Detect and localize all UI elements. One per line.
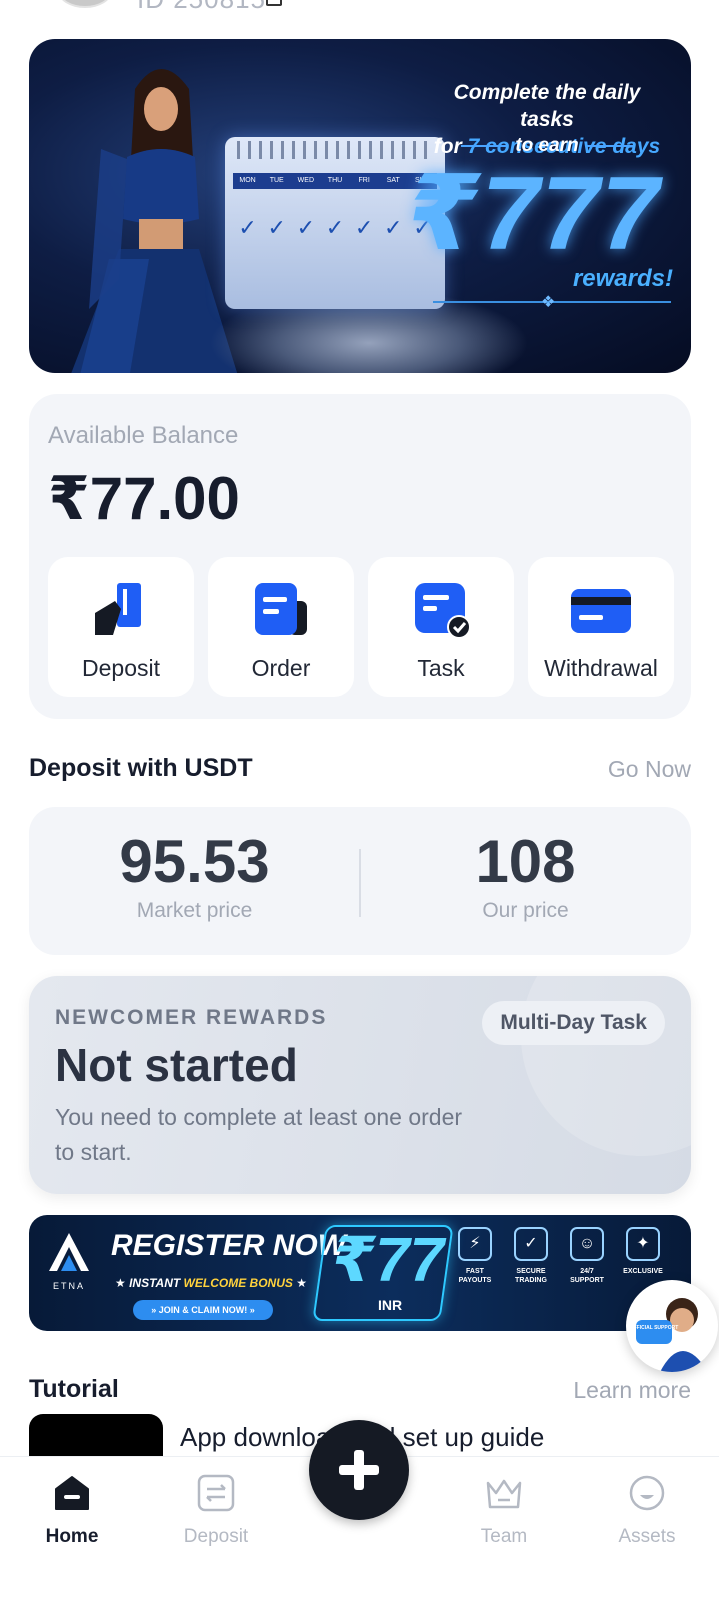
- feature-support: ☺ 24/7 SUPPORT: [567, 1227, 607, 1285]
- withdrawal-button[interactable]: Withdrawal: [528, 557, 674, 697]
- avatar[interactable]: [58, 0, 112, 8]
- market-price-value: 95.53: [119, 828, 270, 895]
- etna-logo: [49, 1233, 89, 1271]
- order-button[interactable]: Order: [208, 557, 354, 697]
- promo-headline: REGISTER NOW: [111, 1229, 347, 1262]
- usdt-price-card: 95.53 Market price 108 Our price: [29, 807, 691, 955]
- usdt-section-title: Deposit with USDT: [29, 754, 253, 782]
- promo-subline: ★ INSTANT WELCOME BONUS ★: [115, 1276, 307, 1290]
- promo-amount: ₹77: [331, 1226, 445, 1295]
- newcomer-kicker: NEWCOMER REWARDS: [55, 1006, 328, 1029]
- nav-assets[interactable]: Assets: [577, 1457, 717, 1548]
- register-promo-banner[interactable]: ETNA REGISTER NOW ★ INSTANT WELCOME BONU…: [29, 1215, 691, 1331]
- shield-icon: ✓: [514, 1227, 548, 1261]
- copy-icon[interactable]: [266, 0, 282, 6]
- feature-fast-payouts: ⚡ FAST PAYOUTS: [455, 1227, 495, 1285]
- promo-features: ⚡ FAST PAYOUTS ✓ SECURE TRADING ☺ 24/7 S…: [455, 1227, 663, 1285]
- tutorial-section-title: Tutorial: [29, 1375, 119, 1403]
- assets-icon: [629, 1475, 665, 1511]
- learn-more-link[interactable]: Learn more: [573, 1377, 691, 1404]
- gift-icon: ✦: [626, 1227, 660, 1261]
- people-icon: ☺: [570, 1227, 604, 1261]
- ornament-divider: [433, 292, 671, 312]
- our-price-value: 108: [475, 828, 576, 895]
- deposit-button[interactable]: Deposit: [48, 557, 194, 697]
- etna-logo-text: ETNA: [52, 1281, 85, 1291]
- user-id: ID 250815: [137, 0, 266, 15]
- feature-exclusive: ✦ EXCLUSIVE: [623, 1227, 663, 1285]
- withdrawal-icon: [571, 589, 631, 633]
- nav-deposit[interactable]: Deposit: [146, 1457, 286, 1548]
- deposit-icon: [95, 583, 141, 635]
- promo-currency: INR: [377, 1297, 403, 1313]
- task-button[interactable]: Task: [368, 557, 514, 697]
- task-icon: [415, 583, 471, 639]
- exchange-icon: [197, 1474, 235, 1512]
- hero-banner[interactable]: MON TUE WED THU FRI SAT SUN ✓ ✓ ✓ ✓ ✓ ✓ ✓ Complete t…: [29, 39, 691, 373]
- balance-card: Available Balance ₹77.00 Deposit Order T…: [29, 394, 691, 719]
- balance-label: Available Balance: [48, 422, 239, 449]
- home-icon: [55, 1476, 89, 1510]
- nav-team[interactable]: Team: [434, 1457, 574, 1548]
- join-claim-button[interactable]: » JOIN & CLAIM NOW! »: [133, 1300, 273, 1320]
- hero-to-earn: to earn: [427, 135, 667, 157]
- support-chat-button[interactable]: OFFICIAL SUPPORT: [626, 1280, 718, 1372]
- crown-icon: [486, 1479, 522, 1509]
- balance-amount: ₹77.00: [48, 465, 240, 532]
- multi-day-task-badge[interactable]: Multi-Day Task: [482, 1001, 665, 1045]
- lightning-icon: ⚡: [458, 1227, 492, 1261]
- hero-rewards: rewards!: [572, 265, 673, 292]
- our-price-label: Our price: [482, 899, 569, 922]
- hero-amount: ₹777: [407, 156, 661, 272]
- market-price-label: Market price: [136, 899, 253, 922]
- go-now-link[interactable]: Go Now: [608, 756, 691, 783]
- support-agent-icon: OFFICIAL SUPPORT: [630, 1298, 708, 1372]
- svg-text:OFFICIAL SUPPORT: OFFICIAL SUPPORT: [630, 1325, 679, 1331]
- add-button[interactable]: [309, 1420, 409, 1520]
- order-icon: [255, 583, 307, 635]
- feature-secure-trading: ✓ SECURE TRADING: [511, 1227, 551, 1285]
- newcomer-status: Not started: [55, 1039, 298, 1091]
- newcomer-description: You need to complete at least one order …: [55, 1104, 463, 1165]
- nav-home[interactable]: Home: [2, 1457, 142, 1548]
- newcomer-rewards-card[interactable]: NEWCOMER REWARDS Not started You need to…: [29, 976, 691, 1194]
- profile-row: ID 250815: [0, 0, 719, 20]
- quick-actions: Deposit Order Task Withdrawal: [48, 557, 674, 697]
